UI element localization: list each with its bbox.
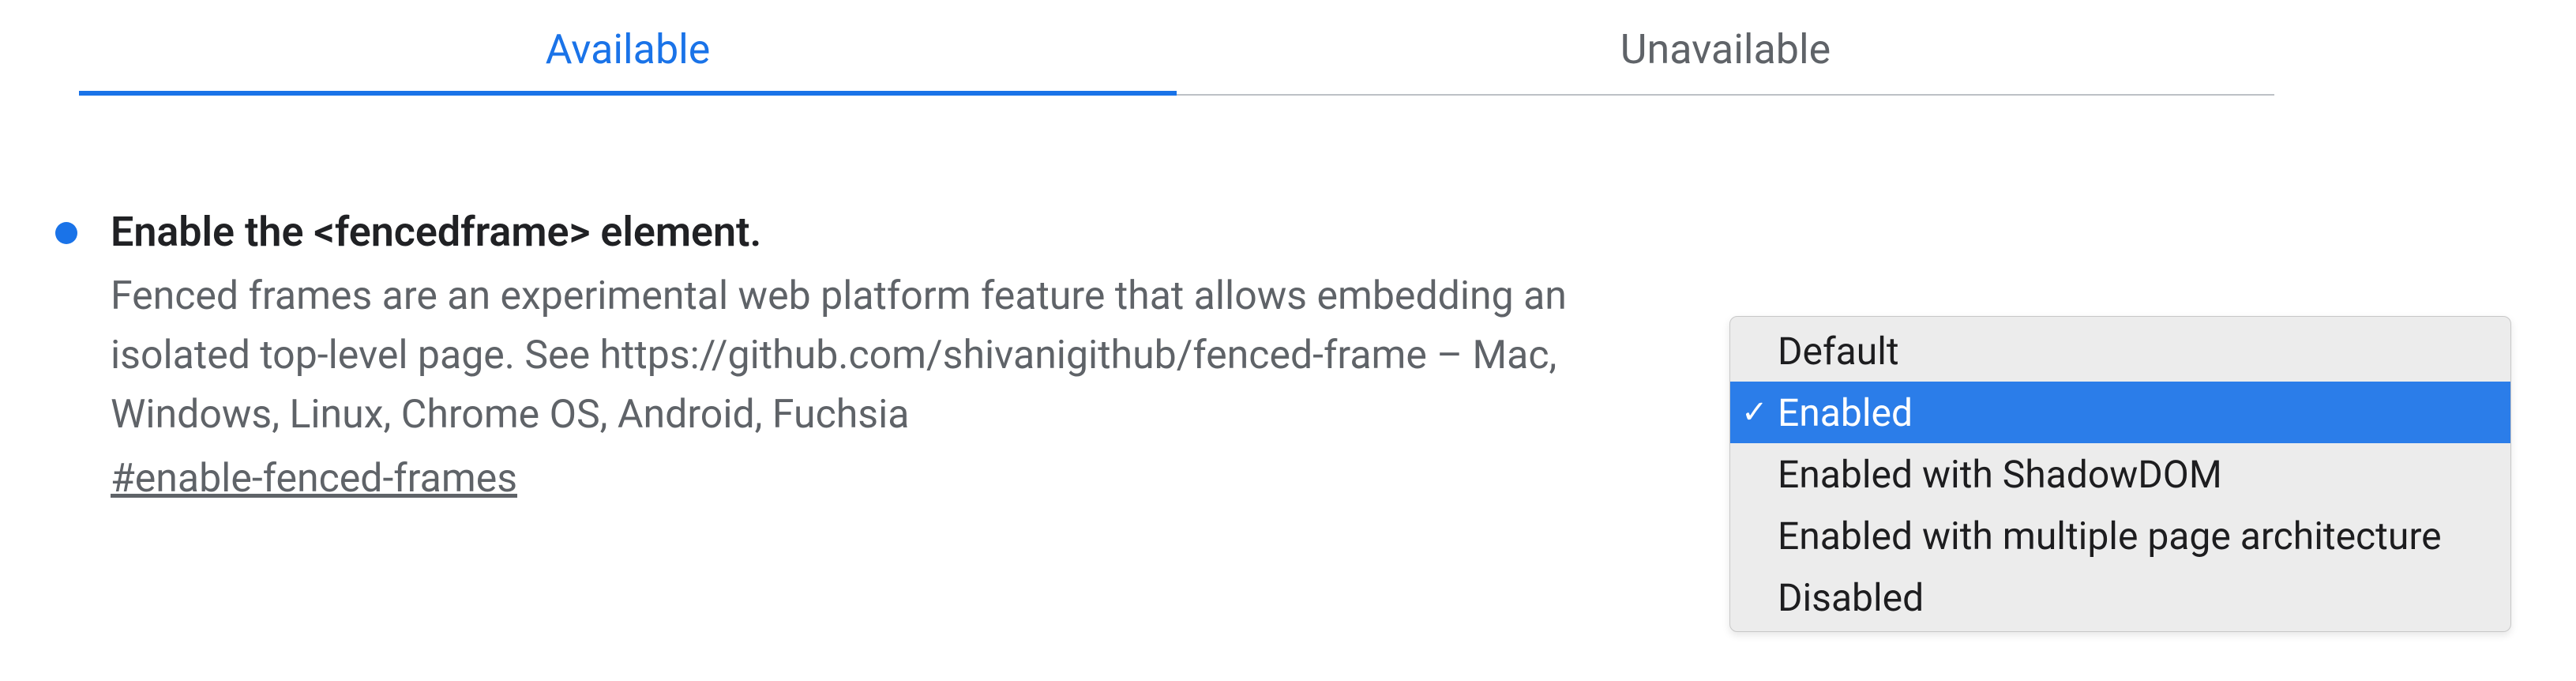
tabs: Available Unavailable: [79, 0, 2274, 96]
dropdown-option-label: Disabled: [1778, 575, 1924, 620]
dropdown-option-label: Default: [1778, 329, 1899, 374]
dropdown-option[interactable]: ✓Disabled: [1730, 566, 2510, 628]
flag-hash-link[interactable]: #enable-fenced-frames: [111, 456, 517, 502]
dropdown-option[interactable]: ✓Enabled with ShadowDOM: [1730, 443, 2510, 505]
tab-unavailable[interactable]: Unavailable: [1177, 0, 2274, 94]
flag-description: Fenced frames are an experimental web pl…: [111, 267, 1706, 445]
status-dot-icon: [55, 222, 77, 244]
dropdown-option[interactable]: ✓ Enabled: [1730, 382, 2510, 443]
tab-available[interactable]: Available: [79, 0, 1177, 94]
dropdown-option-label: Enabled with ShadowDOM: [1778, 452, 2222, 497]
dropdown-option-label: Enabled: [1778, 390, 1913, 435]
dropdown-option[interactable]: ✓Enabled with multiple page architecture: [1730, 505, 2510, 566]
dropdown-option-label: Enabled with multiple page architecture: [1778, 514, 2442, 559]
dropdown-option[interactable]: ✓Default: [1730, 320, 2510, 382]
checkmark-icon: ✓: [1741, 397, 1768, 428]
flag-title: Enable the <fencedframe> element.: [111, 206, 1706, 258]
flag-state-dropdown[interactable]: ✓Default✓Enabled✓Enabled with ShadowDOM✓…: [1729, 316, 2511, 632]
